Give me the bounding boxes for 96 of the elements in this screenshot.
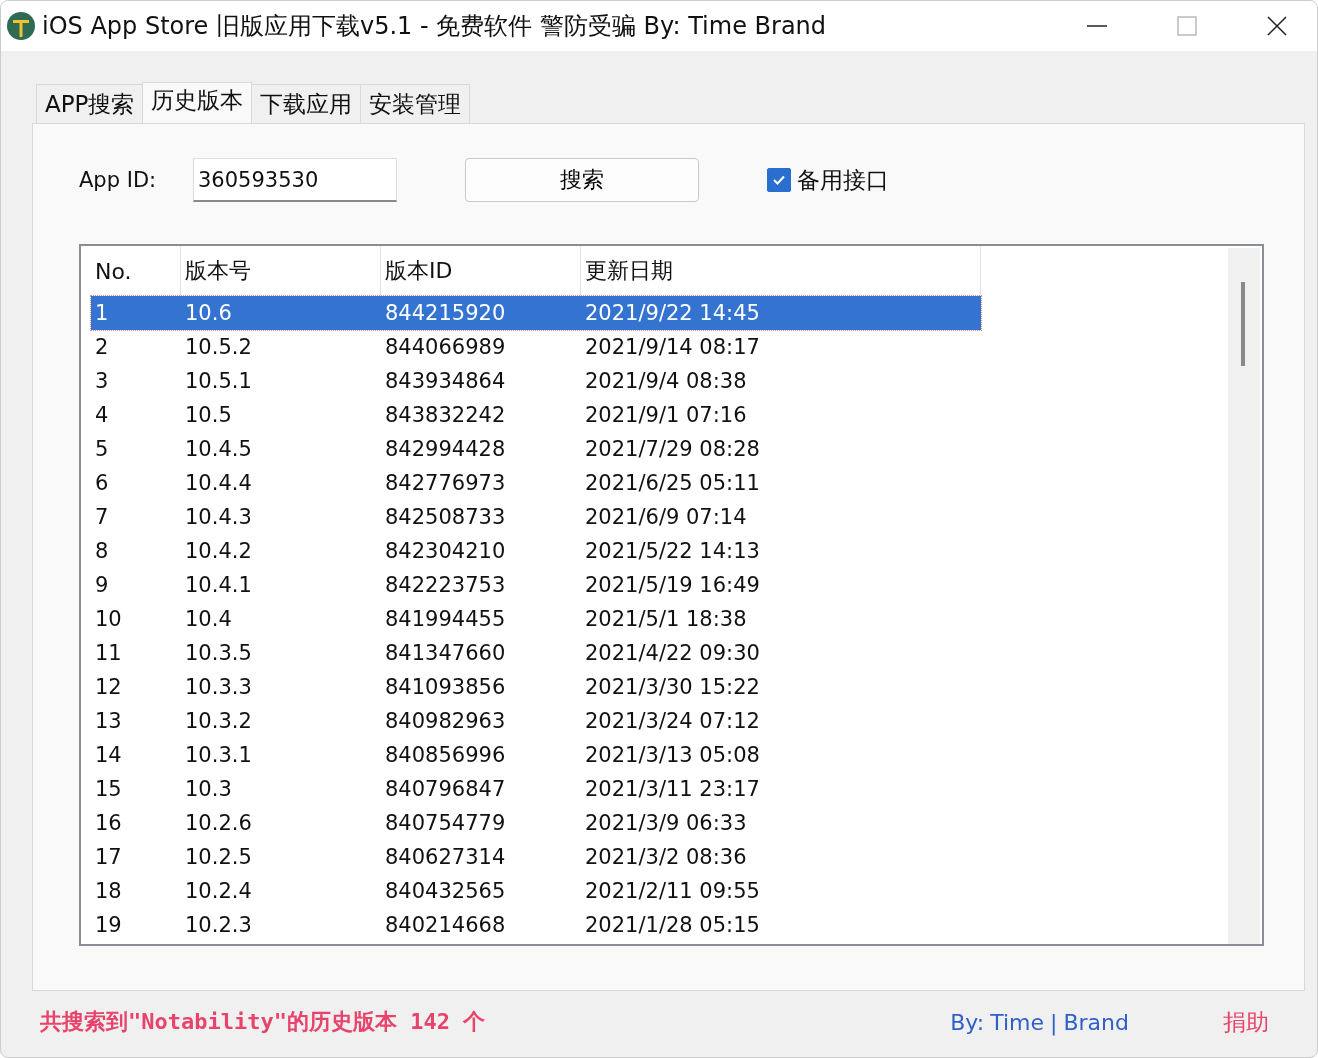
table-cell-text: 19 — [94, 913, 123, 937]
table-cell-text: 10.2.6 — [184, 811, 253, 835]
table-cell-text: 2021/3/11 23:17 — [584, 777, 761, 801]
table-cell-text: 2021/5/22 14:13 — [584, 539, 761, 563]
table-cell-text: 2021/3/13 05:08 — [584, 743, 761, 767]
table-cell-text: 840982963 — [384, 709, 507, 733]
table-cell-text: 843832242 — [384, 403, 507, 427]
table-cell-text: 844215920 — [384, 301, 507, 325]
app-id-field[interactable]: 360593530 — [193, 158, 397, 202]
status-message: 共搜索到"Notability"的历史版本 142 个 — [40, 1008, 487, 1036]
checkbox-icon[interactable] — [767, 168, 791, 192]
by-label: By: — [950, 1009, 985, 1035]
table-cell-text: 2021/9/4 08:38 — [584, 369, 748, 393]
checkbox-label: 备用接口 — [797, 165, 889, 195]
table-cell-text: 2021/3/30 15:22 — [584, 675, 761, 699]
table-cell-text: 844066989 — [384, 335, 507, 359]
table-cell-text: 10.2.4 — [184, 879, 253, 903]
table-cell-text: 2021/6/25 05:11 — [584, 471, 761, 495]
table-cell-text: 841994455 — [384, 607, 507, 631]
table-cell-text: 10.5.2 — [184, 335, 253, 359]
table-cell-text: 840214668 — [384, 913, 507, 937]
selected-row[interactable]: 1 10.6 844215920 2021/9/22 14:45 — [91, 296, 981, 330]
table-cell-text: 10.5 — [184, 403, 233, 427]
table-cell-text: 2021/5/1 18:38 — [584, 607, 748, 631]
app-logo-icon — [6, 11, 36, 41]
window-title: iOS App Store 旧版应用下载v5.1 - 免费软件 警防受骗 By: Time Brand — [42, 11, 828, 42]
table-cell-text: 2021/9/1 07:16 — [584, 403, 748, 427]
table-cell-text: 2021/6/9 07:14 — [584, 505, 748, 529]
table-cell-text: 842304210 — [384, 539, 507, 563]
table-cell-text: 2021/9/14 08:17 — [584, 335, 761, 359]
table-cell-text: 10.4.1 — [184, 573, 253, 597]
table-cell-text: 10.5.1 — [184, 369, 253, 393]
separator-text: | — [1050, 1009, 1058, 1035]
table-cell-text: 5 — [94, 437, 110, 461]
table-cell-text: 10.4.2 — [184, 539, 253, 563]
search-button[interactable]: 搜索 — [465, 158, 699, 202]
backup-api-checkbox[interactable]: 备用接口 — [767, 164, 889, 196]
table-cell-text: 10.4.5 — [184, 437, 253, 461]
table-cell-text: 10.3 — [184, 777, 233, 801]
app-id-label: App ID: — [79, 168, 158, 192]
table-cell-text: 17 — [94, 845, 123, 869]
table-cell-text: 2021/2/11 09:55 — [584, 879, 761, 903]
table-cell-text: 10.3.1 — [184, 743, 253, 767]
table-cell-text: 842776973 — [384, 471, 507, 495]
table-cell-text: 14 — [94, 743, 123, 767]
table-cell-text: 18 — [94, 879, 123, 903]
table-cell-text: 10.2.5 — [184, 845, 253, 869]
table-cell-text: 10.2.3 — [184, 913, 253, 937]
author-link[interactable]: Brand — [1063, 1009, 1129, 1035]
table-cell-text: 3 — [94, 369, 110, 393]
table-cell-text: 842223753 — [384, 573, 507, 597]
scrollbar-thumb[interactable] — [1241, 282, 1245, 366]
table-cell-text: 840856996 — [384, 743, 507, 767]
table-cell-text: 4 — [94, 403, 110, 427]
scrollbar[interactable] — [1228, 248, 1260, 944]
table-cell-text: 2 — [94, 335, 110, 359]
table-cell-text: 2021/1/28 05:15 — [584, 913, 761, 937]
table-cell-text: 11 — [94, 641, 123, 665]
table-cell-text: 8 — [94, 539, 110, 563]
table-cell-text: 10.6 — [184, 301, 233, 325]
table-cell-text: 10 — [94, 607, 123, 631]
table-cell-text: 2021/5/19 16:49 — [584, 573, 761, 597]
tab[interactable]: 安装管理 — [360, 84, 471, 123]
table-cell-text: 840432565 — [384, 879, 507, 903]
table-cell-text: 10.4.4 — [184, 471, 253, 495]
table-cell-text: 16 — [94, 811, 123, 835]
tab[interactable]: APP搜索 — [36, 84, 144, 123]
table-cell-text: 2021/3/2 08:36 — [584, 845, 748, 869]
table-cell-text: 9 — [94, 573, 110, 597]
table-cell-text: 2021/9/22 14:45 — [584, 301, 761, 325]
table-cell-text: 840627314 — [384, 845, 507, 869]
table-cell-text: 843934864 — [384, 369, 507, 393]
table-cell-text: 7 — [94, 505, 110, 529]
tab[interactable]: 历史版本 — [142, 82, 253, 123]
table-cell-text: 1 — [94, 301, 110, 325]
table-cell-text: 841347660 — [384, 641, 507, 665]
table-cell-text: 10.3.3 — [184, 675, 253, 699]
table-cell-text: 2021/3/24 07:12 — [584, 709, 761, 733]
table-cell-text: 842508733 — [384, 505, 507, 529]
table-cell-text: 2021/3/9 06:33 — [584, 811, 748, 835]
table-cell-text: 841093856 — [384, 675, 507, 699]
close-icon[interactable] — [1265, 14, 1289, 38]
table-cell-text: 12 — [94, 675, 123, 699]
table-cell-text: 842994428 — [384, 437, 507, 461]
table-cell-text: 10.4.3 — [184, 505, 253, 529]
table-cell-text: 2021/7/29 08:28 — [584, 437, 761, 461]
table-cell-text: 10.3.5 — [184, 641, 253, 665]
table-cell-text: 10.3.2 — [184, 709, 253, 733]
table-cell-text: 2021/4/22 09:30 — [584, 641, 761, 665]
table-cell-text: 10.4 — [184, 607, 233, 631]
author-link[interactable]: Time — [990, 1009, 1045, 1035]
table-cell-text: 6 — [94, 471, 110, 495]
table-cell-text: 840754779 — [384, 811, 507, 835]
table-cell-text: 840796847 — [384, 777, 507, 801]
table-cell-text: 13 — [94, 709, 123, 733]
table-cell-text: 15 — [94, 777, 123, 801]
